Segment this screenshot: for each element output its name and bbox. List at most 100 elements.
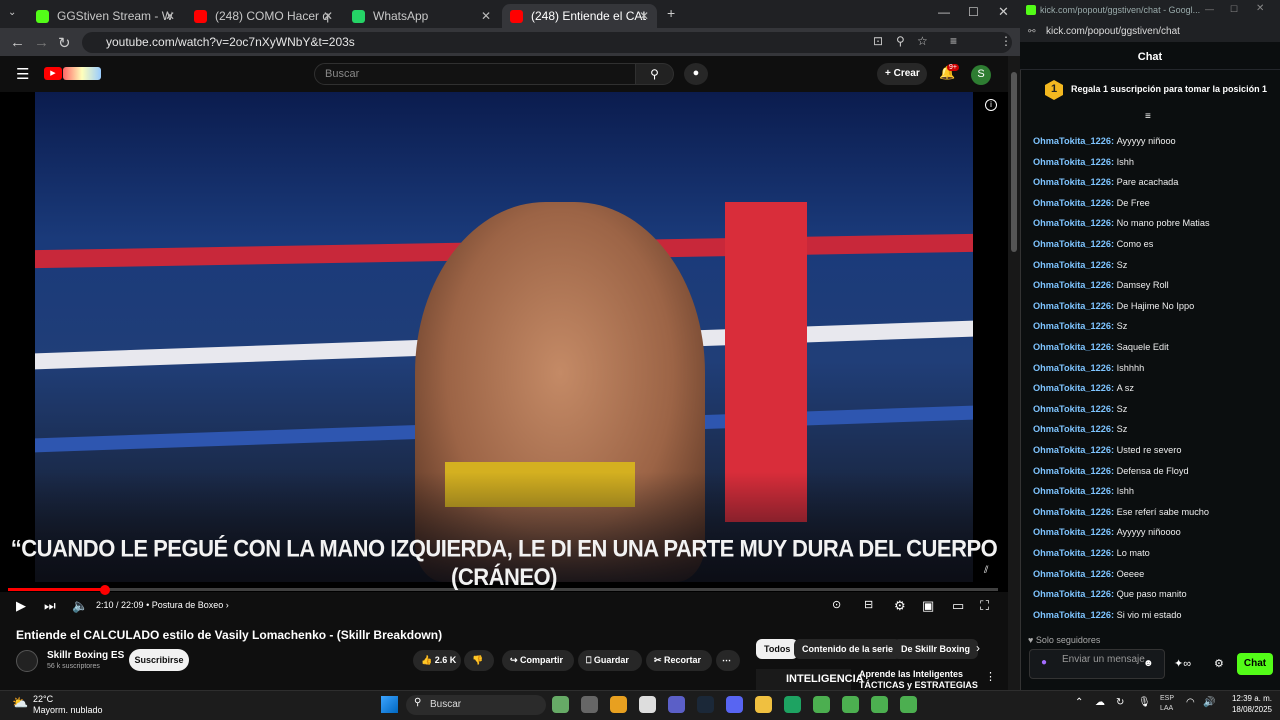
chat-username[interactable]: OhmaTokita_1226 <box>1033 589 1111 599</box>
menu-dots-icon[interactable]: ⋮ <box>1000 34 1012 48</box>
tray-cloud-icon[interactable]: ☁ <box>1095 697 1105 708</box>
chapter-label[interactable]: Postura de Boxeo <box>152 600 224 610</box>
chat-username[interactable]: OhmaTokita_1226 <box>1033 157 1111 167</box>
chat-message[interactable]: OhmaTokita_1226: Que paso manito <box>1033 589 1187 599</box>
suggestion-menu-icon[interactable]: ⋮ <box>985 670 996 683</box>
save-button[interactable]: ⎕ Guardar <box>578 650 642 671</box>
chat-message[interactable]: OhmaTokita_1226: Saquele Edit <box>1033 342 1169 352</box>
chrome-profile-3-icon[interactable] <box>871 696 888 713</box>
chat-message[interactable]: OhmaTokita_1226: Sz <box>1033 424 1127 434</box>
teams-icon[interactable] <box>668 696 685 713</box>
more-actions-button[interactable]: ⋯ <box>716 650 740 671</box>
chat-maximize-button[interactable]: ☐ <box>1230 4 1238 15</box>
filter-icon[interactable]: ≡ <box>1145 111 1151 122</box>
chat-close-button[interactable]: ✕ <box>1256 3 1264 14</box>
search-button[interactable]: ⚲ <box>636 63 674 85</box>
theater-mode-icon[interactable]: ▭ <box>952 598 964 614</box>
chat-username[interactable]: OhmaTokita_1226 <box>1033 527 1111 537</box>
tab-close-icon[interactable]: ✕ <box>323 9 333 23</box>
taskbar-search[interactable]: Buscar <box>406 695 546 715</box>
bookmark-star-icon[interactable]: ☆ <box>917 34 928 48</box>
share-button[interactable]: ↪ Compartir <box>502 650 574 671</box>
chat-username[interactable]: OhmaTokita_1226 <box>1033 404 1111 414</box>
filter-chip[interactable]: De Skillr Boxing <box>893 639 979 659</box>
files-icon[interactable] <box>639 696 656 713</box>
youtube-logo-icon[interactable]: ▶ <box>44 67 62 80</box>
task-view-icon[interactable] <box>581 696 598 713</box>
chat-message[interactable]: OhmaTokita_1226: Defensa de Floyd <box>1033 466 1189 476</box>
clip-button[interactable]: ✂ Recortar <box>646 650 712 671</box>
autoplay-toggle-icon[interactable]: ⊙ <box>832 598 841 611</box>
user-avatar[interactable]: S <box>971 65 991 85</box>
voice-search-button[interactable]: ● <box>684 63 708 85</box>
tray-chevron-icon[interactable]: ⌃ <box>1075 697 1083 708</box>
chat-url[interactable]: kick.com/popout/ggstiven/chat <box>1046 26 1180 37</box>
chat-username[interactable]: OhmaTokita_1226 <box>1033 466 1111 476</box>
send-chat-button[interactable]: Chat <box>1237 653 1273 675</box>
close-window-button[interactable]: ✕ <box>998 4 1009 20</box>
play-icon[interactable]: ▶ <box>16 598 26 614</box>
create-button[interactable]: + Crear <box>877 63 927 85</box>
zoom-icon[interactable]: ⚲ <box>896 34 905 48</box>
channel-avatar[interactable] <box>16 650 38 672</box>
chat-message[interactable]: OhmaTokita_1226: Ishh <box>1033 157 1134 167</box>
language-indicator[interactable]: ESP LAA <box>1160 694 1174 714</box>
mic-icon[interactable]: ● <box>1041 657 1047 668</box>
forward-icon[interactable]: → <box>34 34 49 51</box>
like-button[interactable]: 👍 2.6 K <box>413 650 461 671</box>
chat-username[interactable]: OhmaTokita_1226 <box>1033 301 1111 311</box>
speaker-icon[interactable]: 🔊 <box>1203 697 1215 708</box>
windows-start-icon[interactable] <box>381 696 398 713</box>
chat-message[interactable]: OhmaTokita_1226: Ayyyyy niñoooo <box>1033 527 1181 537</box>
next-icon[interactable]: ⏭ <box>44 598 56 614</box>
progress-bar[interactable] <box>8 588 998 591</box>
chat-username[interactable]: OhmaTokita_1226 <box>1033 507 1111 517</box>
channel-name[interactable]: Skillr Boxing ES <box>47 650 124 661</box>
pinned-gift-banner[interactable]: Regala 1 suscripción para tomar la posic… <box>1032 76 1268 108</box>
minimize-button[interactable]: — <box>938 5 950 19</box>
green-app-icon[interactable] <box>784 696 801 713</box>
tab-close-icon[interactable]: ✕ <box>165 9 175 23</box>
dislike-button[interactable]: 👎 <box>464 650 494 671</box>
chat-username[interactable]: OhmaTokita_1226 <box>1033 260 1111 270</box>
subscribe-button[interactable]: Suscribirse <box>129 649 189 671</box>
system-clock[interactable]: 12:39 a. m. 18/08/2025 <box>1228 693 1272 715</box>
browser-tab[interactable]: (248) COMO Hacer que Tu Opo✕ <box>186 4 341 28</box>
chrome-profile-1-icon[interactable] <box>813 696 830 713</box>
browser-tab[interactable]: GGStiven Stream - Watch Live o✕ <box>28 4 183 28</box>
chat-message[interactable]: OhmaTokita_1226: Ishh <box>1033 486 1134 496</box>
chat-username[interactable]: OhmaTokita_1226 <box>1033 177 1111 187</box>
chat-message[interactable]: OhmaTokita_1226: Ese referí sabe mucho <box>1033 507 1209 517</box>
widgets-icon[interactable] <box>552 696 569 713</box>
chat-message[interactable]: OhmaTokita_1226: Damsey Roll <box>1033 280 1169 290</box>
chat-message[interactable]: OhmaTokita_1226: Si vio mi estado <box>1033 610 1181 620</box>
chat-username[interactable]: OhmaTokita_1226 <box>1033 239 1111 249</box>
chat-message[interactable]: OhmaTokita_1226: Ayyyyy niñooo <box>1033 136 1176 146</box>
chat-username[interactable]: OhmaTokita_1226 <box>1033 548 1111 558</box>
chat-username[interactable]: OhmaTokita_1226 <box>1033 363 1111 373</box>
chat-username[interactable]: OhmaTokita_1226 <box>1033 342 1111 352</box>
emotes-icon[interactable]: ✦∞ <box>1174 657 1191 670</box>
chat-message[interactable]: OhmaTokita_1226: Oeeee <box>1033 569 1144 579</box>
media-icon[interactable]: ≡ <box>950 34 957 48</box>
chat-username[interactable]: OhmaTokita_1226 <box>1033 445 1111 455</box>
chat-message[interactable]: OhmaTokita_1226: De Free <box>1033 198 1150 208</box>
chat-username[interactable]: OhmaTokita_1226 <box>1033 280 1111 290</box>
chrome-profile-2-icon[interactable] <box>842 696 859 713</box>
reload-icon[interactable]: ↻ <box>58 34 71 52</box>
chat-username[interactable]: OhmaTokita_1226 <box>1033 198 1111 208</box>
chat-message[interactable]: OhmaTokita_1226: Como es <box>1033 239 1153 249</box>
chat-message[interactable]: OhmaTokita_1226: Lo mato <box>1033 548 1150 558</box>
chat-username[interactable]: OhmaTokita_1226 <box>1033 486 1111 496</box>
chat-message[interactable]: OhmaTokita_1226: Ishhhh <box>1033 363 1144 373</box>
tab-close-icon[interactable]: ✕ <box>481 9 491 23</box>
tray-sync-icon[interactable]: ↻ <box>1116 697 1124 708</box>
chat-message[interactable]: OhmaTokita_1226: De Hajime No Ippo <box>1033 301 1194 311</box>
chat-message[interactable]: OhmaTokita_1226: Sz <box>1033 260 1127 270</box>
fullscreen-icon[interactable]: ⛶ <box>980 598 989 614</box>
chat-scrollbar[interactable] <box>1271 120 1276 630</box>
filter-chip[interactable]: Contenido de la serie <box>794 639 902 659</box>
chat-username[interactable]: OhmaTokita_1226 <box>1033 569 1111 579</box>
filter-chip[interactable]: Todos <box>756 639 799 659</box>
chat-username[interactable]: OhmaTokita_1226 <box>1033 383 1111 393</box>
